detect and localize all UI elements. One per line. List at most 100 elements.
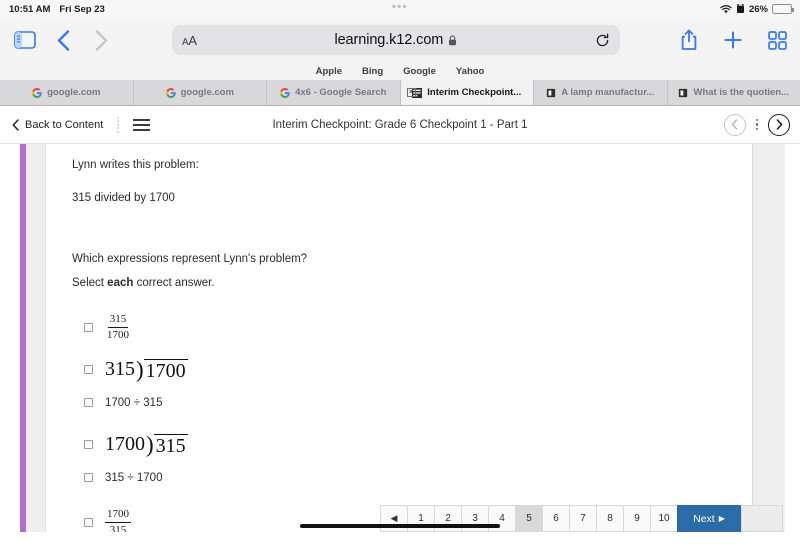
chevron-left-icon bbox=[12, 118, 19, 131]
ios-status-bar: 10:51 AM Fri Sep 23 ••• 26% bbox=[0, 0, 800, 18]
next-question-button[interactable] bbox=[768, 113, 790, 136]
answer-choice-list: 315 1700 315) 1700 1700 ÷ 315 1700) 315… bbox=[84, 313, 740, 532]
plain-expression: 1700 ÷ 315 bbox=[105, 396, 163, 409]
google-favicon bbox=[32, 87, 42, 98]
pagination-page-9[interactable]: 9 bbox=[623, 505, 650, 532]
share-icon[interactable] bbox=[674, 25, 704, 55]
pagination-page-5-active[interactable]: 5 bbox=[515, 505, 542, 532]
favorite-bing[interactable]: Bing bbox=[362, 66, 383, 77]
status-bar-right: 26% bbox=[720, 0, 794, 18]
toolbar-right-group bbox=[674, 25, 792, 55]
screen-root: 10:51 AM Fri Sep 23 ••• 26% AA learning.… bbox=[0, 0, 800, 559]
lock-icon bbox=[448, 34, 457, 46]
long-division-bracket-icon: ) bbox=[136, 356, 144, 382]
pagination-page-7[interactable]: 7 bbox=[569, 505, 596, 532]
browser-toolbar: AA learning.k12.com bbox=[0, 18, 800, 62]
back-to-content-label: Back to Content bbox=[25, 118, 104, 131]
chevron-left-icon bbox=[731, 119, 738, 130]
next-page-button[interactable]: Next ▶ bbox=[677, 505, 741, 532]
checkbox[interactable] bbox=[84, 365, 93, 375]
fraction-expression: 1700 315 bbox=[105, 508, 131, 532]
favorite-yahoo[interactable]: Yahoo bbox=[456, 66, 485, 77]
vertical-dots-divider bbox=[117, 116, 120, 133]
browser-tab[interactable]: What is the quotien... bbox=[668, 80, 800, 105]
favorite-apple[interactable]: Apple bbox=[316, 66, 342, 77]
checkbox[interactable] bbox=[84, 473, 93, 483]
window-drag-dots: ••• bbox=[391, 1, 409, 13]
pagination-page-6[interactable]: 6 bbox=[542, 505, 569, 532]
answer-choice[interactable]: 315) 1700 bbox=[84, 358, 740, 382]
instruction-before: Select bbox=[72, 276, 108, 289]
chevron-right-icon bbox=[776, 119, 782, 130]
url-text: learning.k12.com bbox=[334, 32, 444, 48]
tab-title: google.com bbox=[47, 87, 101, 98]
right-side-panel bbox=[752, 144, 785, 532]
plain-expression: 315 ÷ 1700 bbox=[105, 471, 163, 484]
browser-tab[interactable]: A lamp manufactur... bbox=[534, 80, 668, 105]
text-size-button[interactable]: AA bbox=[182, 33, 197, 48]
aa-large-letter: A bbox=[188, 32, 197, 48]
next-page-label: Next bbox=[693, 512, 715, 525]
question-problem: 315 divided by 1700 bbox=[72, 191, 175, 204]
favorite-google[interactable]: Google bbox=[403, 66, 436, 77]
long-division-divisor: 315 bbox=[105, 357, 135, 380]
question-prompt: Which expressions represent Lynn's probl… bbox=[72, 252, 308, 265]
pagination-page-10[interactable]: 10 bbox=[650, 505, 677, 532]
battery-icon bbox=[772, 4, 794, 14]
previous-question-button[interactable] bbox=[723, 113, 746, 136]
sidebar-toggle-icon[interactable] bbox=[10, 25, 40, 55]
long-division-expression: 1700) 315 bbox=[105, 431, 188, 457]
checkbox[interactable] bbox=[84, 398, 93, 408]
tab-strip: google.com google.com 4x6 - Google Searc… bbox=[0, 80, 800, 106]
alarm-clock-icon bbox=[736, 4, 745, 14]
browser-tab-active[interactable]: × Interim Checkpoint... bbox=[400, 80, 534, 105]
back-to-content-button[interactable]: Back to Content bbox=[12, 119, 103, 131]
reload-button[interactable] bbox=[595, 33, 610, 48]
home-indicator[interactable] bbox=[300, 524, 500, 528]
dark-favicon bbox=[679, 88, 688, 97]
forward-button[interactable] bbox=[86, 25, 116, 55]
pagination-tail-cell bbox=[741, 505, 783, 532]
answer-choice[interactable]: 1700 ÷ 315 bbox=[84, 391, 740, 415]
question-intro: Lynn writes this problem: bbox=[72, 159, 199, 171]
browser-tab[interactable]: google.com bbox=[0, 80, 134, 105]
google-favicon bbox=[165, 87, 176, 98]
page-title: Interim Checkpoint: Grade 6 Checkpoint 1… bbox=[272, 118, 528, 131]
google-favicon bbox=[280, 87, 290, 98]
back-button[interactable] bbox=[48, 25, 78, 55]
answer-choice[interactable]: 315 1700 bbox=[84, 313, 740, 342]
fraction-expression: 315 1700 bbox=[105, 313, 131, 342]
browser-tab[interactable]: google.com bbox=[134, 80, 267, 105]
question-instruction: Select each correct answer. bbox=[72, 276, 740, 291]
wifi-icon bbox=[720, 4, 732, 14]
new-tab-icon[interactable] bbox=[718, 25, 748, 55]
checkbox[interactable] bbox=[84, 440, 93, 450]
url-display[interactable]: learning.k12.com bbox=[197, 32, 595, 48]
answer-choice[interactable]: 1700) 315 bbox=[84, 433, 740, 457]
toolbar-left-group bbox=[10, 25, 116, 55]
tab-title: What is the quotien... bbox=[693, 87, 790, 98]
next-arrow-icon: ▶ bbox=[718, 514, 725, 523]
long-division-expression: 315) 1700 bbox=[105, 356, 188, 382]
hamburger-menu-icon[interactable] bbox=[133, 118, 151, 131]
answer-choice[interactable]: 315 ÷ 1700 bbox=[84, 466, 740, 490]
tab-title: Interim Checkpoint... bbox=[427, 87, 522, 98]
tabs-grid-icon[interactable] bbox=[762, 25, 792, 55]
instruction-after: correct answer. bbox=[133, 276, 215, 289]
tab-title: 4x6 - Google Search bbox=[295, 87, 387, 98]
long-division-divisor: 1700 bbox=[105, 432, 145, 455]
checkbox[interactable] bbox=[84, 322, 93, 332]
address-bar[interactable]: AA learning.k12.com bbox=[172, 25, 620, 55]
fraction-numerator: 1700 bbox=[105, 508, 131, 523]
close-icon[interactable]: × bbox=[406, 88, 416, 97]
pagination-page-8[interactable]: 8 bbox=[596, 505, 623, 532]
browser-tab[interactable]: 4x6 - Google Search bbox=[267, 80, 401, 105]
more-options-icon[interactable] bbox=[755, 118, 758, 131]
header-nav-group bbox=[723, 113, 790, 136]
checkbox[interactable] bbox=[84, 517, 93, 527]
favorites-bar: Apple Bing Google Yahoo bbox=[0, 62, 800, 80]
app-header: Back to Content Interim Checkpoint: Grad… bbox=[0, 106, 800, 144]
long-division-bracket-icon: ) bbox=[146, 431, 154, 457]
tab-title: google.com bbox=[180, 87, 234, 98]
long-division-dividend: 1700 bbox=[143, 358, 188, 382]
